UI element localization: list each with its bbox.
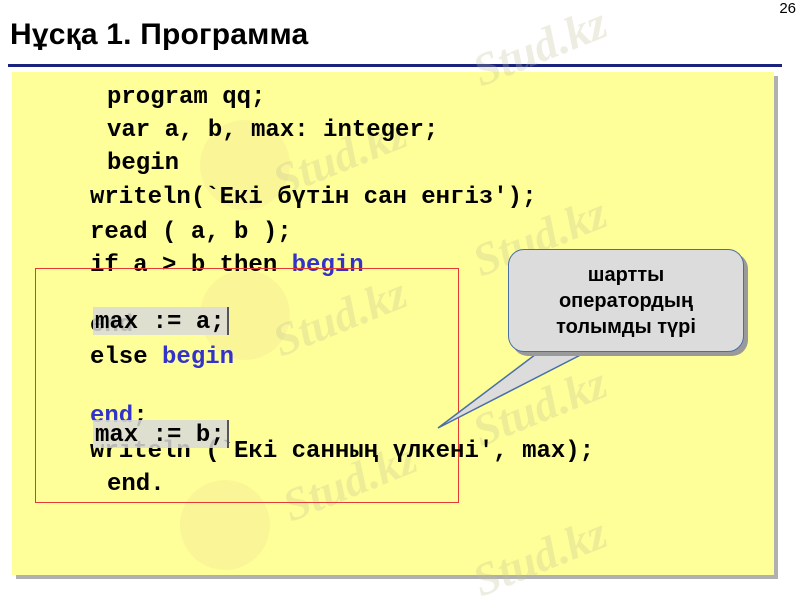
hint-max-a: max := a; bbox=[93, 307, 229, 335]
page-number: 26 bbox=[779, 0, 796, 17]
code-else-begin-keyword: begin bbox=[162, 344, 235, 371]
callout-line-3: толымды түрі bbox=[556, 315, 696, 338]
code-line-writeln-prompt: writeln(`Екі бүтін сан енгіз'); bbox=[90, 184, 537, 211]
slide-title: Нұсқа 1. Программа bbox=[10, 18, 309, 51]
callout-bubble: шартты оператордың толымды түрі bbox=[508, 249, 744, 352]
code-line-var: var a, b, max: integer; bbox=[107, 117, 439, 144]
title-divider bbox=[8, 64, 782, 67]
code-line-read: read ( a, b ); bbox=[90, 219, 292, 246]
code-line-program: program qq; bbox=[107, 84, 266, 111]
callout-line-1: шартты bbox=[587, 263, 665, 286]
code-line-else: else begin bbox=[90, 346, 234, 370]
if-block-frame bbox=[35, 268, 459, 503]
code-line-begin: begin bbox=[107, 150, 180, 177]
code-else-text: else bbox=[90, 344, 163, 371]
callout-line-2: оператордың bbox=[558, 289, 694, 312]
code-line-end-program: end. bbox=[107, 471, 165, 498]
hint-max-b: max := b; bbox=[93, 420, 229, 448]
